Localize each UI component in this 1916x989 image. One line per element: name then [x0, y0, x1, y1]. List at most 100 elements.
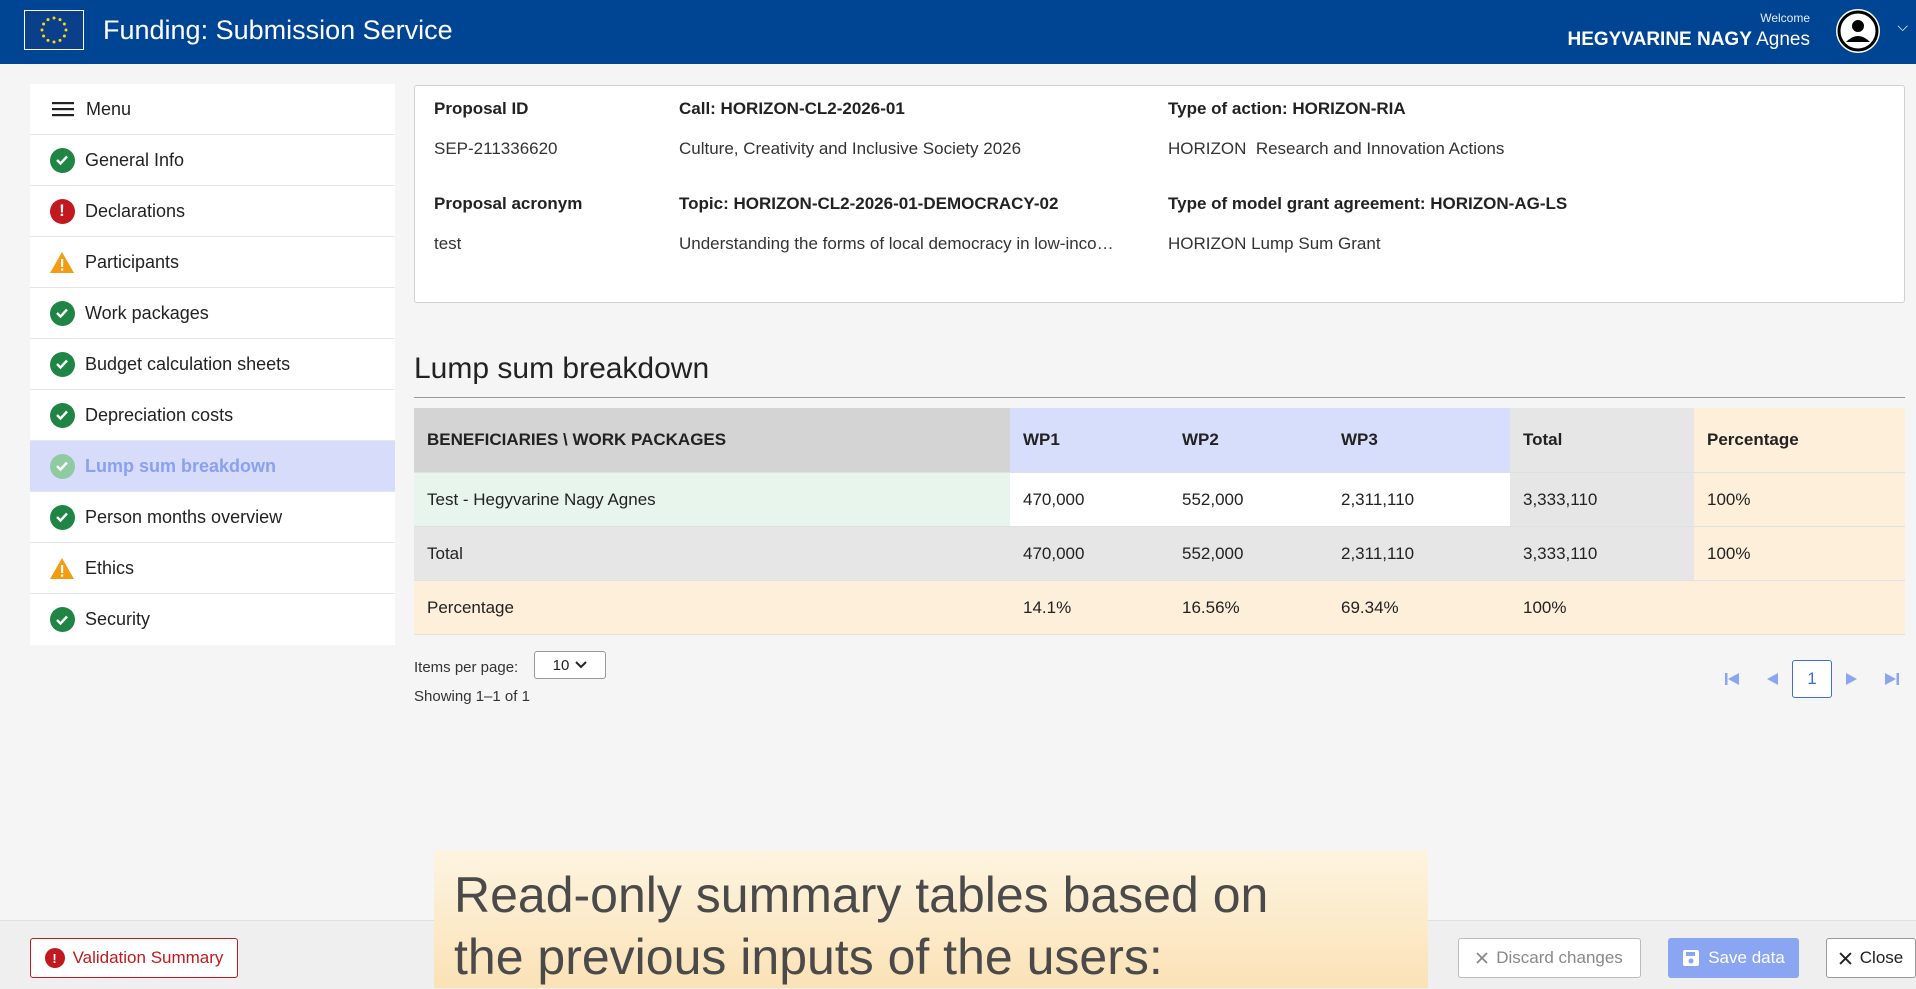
- lump-sum-table: BENEFICIARIES \ WORK PACKAGES WP1 WP2 WP…: [414, 408, 1905, 635]
- sidebar-item-lump-sum-breakdown[interactable]: Lump sum breakdown: [30, 441, 395, 492]
- table-cell: 100%: [1694, 526, 1905, 581]
- close-button[interactable]: Close: [1826, 938, 1916, 978]
- model-grant-agreement-value: HORIZON Lump Sum Grant: [1168, 234, 1381, 253]
- column-header: WP1: [1010, 408, 1169, 473]
- sidebar-item-declarations[interactable]: ! Declarations: [30, 186, 395, 237]
- user-name[interactable]: HEGYVARINE NAGY Agnes: [1567, 29, 1810, 51]
- table-row: Total 470,000 552,000 2,311,110 3,333,11…: [414, 526, 1905, 581]
- current-page-button[interactable]: 1: [1792, 660, 1832, 698]
- table-cell: 16.56%: [1169, 580, 1328, 635]
- user-first-name: Agnes: [1756, 29, 1810, 50]
- caption-line-2: the previous inputs of the users:: [454, 929, 1163, 985]
- close-icon: [1476, 952, 1488, 964]
- table-row: Percentage 14.1% 16.56% 69.34% 100%: [414, 580, 1905, 635]
- table-cell: 552,000: [1169, 472, 1328, 527]
- check-circle-icon: [49, 351, 75, 377]
- check-circle-icon: [49, 607, 75, 633]
- hamburger-icon: [50, 96, 76, 122]
- proposal-id-label: Proposal ID: [434, 99, 529, 118]
- type-of-action-label: Type of action: HORIZON-RIA: [1168, 99, 1406, 118]
- divider: [414, 397, 1905, 398]
- save-data-button[interactable]: Save data: [1668, 938, 1799, 978]
- sidebar-item-label: Security: [85, 609, 151, 629]
- app-title: Funding: Submission Service: [103, 15, 453, 45]
- type-of-action-value: HORIZON Research and Innovation Actions: [1168, 139, 1505, 158]
- check-circle-icon: [49, 300, 75, 326]
- table-cell: Percentage: [414, 580, 1010, 635]
- column-header: Percentage: [1694, 408, 1905, 473]
- discard-changes-button[interactable]: Discard changes: [1458, 938, 1641, 978]
- sidebar-item-label: Person months overview: [85, 506, 283, 527]
- topic-label: Topic: HORIZON-CL2-2026-01-DEMOCRACY-02: [679, 194, 1059, 213]
- sidebar-item-ethics[interactable]: Ethics: [30, 543, 395, 594]
- column-header: WP2: [1169, 408, 1328, 473]
- table-cell: 552,000: [1169, 526, 1328, 581]
- proposal-info-card: Proposal ID SEP-211336620 Call: HORIZON-…: [414, 85, 1905, 303]
- table-cell: 100%: [1694, 472, 1905, 527]
- table-cell: 2,311,110: [1328, 526, 1510, 581]
- table-row: Test - Hegyvarine Nagy Agnes 470,000 552…: [414, 472, 1905, 527]
- previous-page-icon[interactable]: [1752, 660, 1792, 698]
- items-per-page-select[interactable]: 10: [534, 651, 606, 679]
- table-cell: 3,333,110: [1510, 526, 1694, 581]
- sidebar-item-label: General Info: [85, 149, 185, 170]
- user-last-name: HEGYVARINE NAGY: [1567, 29, 1752, 50]
- avatar[interactable]: [1836, 9, 1880, 53]
- column-header: BENEFICIARIES \ WORK PACKAGES: [414, 408, 1010, 473]
- user-icon: [1837, 10, 1879, 52]
- close-label: Close: [1859, 948, 1904, 967]
- error-icon: !: [49, 198, 75, 224]
- sidebar-item-label: Depreciation costs: [85, 404, 234, 425]
- showing-range: Showing 1–1 of 1: [414, 688, 530, 705]
- first-page-icon[interactable]: [1712, 660, 1752, 698]
- sidebar-item-label: Participants: [85, 251, 180, 272]
- save-icon: [1683, 950, 1700, 966]
- proposal-acronym-label: Proposal acronym: [434, 194, 583, 213]
- chevron-down-icon[interactable]: ⌵: [1897, 18, 1908, 35]
- error-icon: !: [44, 948, 65, 968]
- items-per-page-value: 10: [552, 656, 570, 674]
- check-circle-icon: [49, 402, 75, 428]
- call-label: Call: HORIZON-CL2-2026-01: [679, 99, 905, 118]
- call-value: Culture, Creativity and Inclusive Societ…: [679, 139, 1022, 158]
- pagination: 1: [1712, 660, 1912, 698]
- sidebar-item-label: Budget calculation sheets: [85, 353, 291, 374]
- table-cell: 14.1%: [1010, 580, 1169, 635]
- menu-label: Menu: [86, 98, 132, 119]
- caption-line-1: Read-only summary tables based on: [454, 867, 1269, 923]
- sidebar-item-participants[interactable]: Participants: [30, 237, 395, 288]
- column-header: Total: [1510, 408, 1694, 473]
- sidebar-item-work-packages[interactable]: Work packages: [30, 288, 395, 339]
- eu-flag-logo: [24, 10, 84, 50]
- table-cell: 100%: [1510, 580, 1694, 635]
- warning-icon: [49, 249, 75, 275]
- table-cell: Total: [414, 526, 1010, 581]
- validation-summary-button[interactable]: ! Validation Summary: [30, 938, 238, 978]
- sidebar-item-label: Ethics: [85, 557, 135, 578]
- sidebar-item-security[interactable]: Security: [30, 594, 395, 645]
- sidebar-item-budget-calculation-sheets[interactable]: Budget calculation sheets: [30, 339, 395, 390]
- model-grant-agreement-label: Type of model grant agreement: HORIZON-A…: [1168, 194, 1568, 213]
- chevron-down-icon: [575, 661, 588, 669]
- sidebar-item-label: Declarations: [85, 200, 186, 221]
- table-cell: Test - Hegyvarine Nagy Agnes: [414, 472, 1010, 527]
- items-per-page-label: Items per page:: [414, 659, 519, 676]
- sidebar-item-depreciation-costs[interactable]: Depreciation costs: [30, 390, 395, 441]
- validation-summary-label: Validation Summary: [72, 948, 224, 967]
- save-data-label: Save data: [1708, 948, 1785, 967]
- sidebar-item-person-months-overview[interactable]: Person months overview: [30, 492, 395, 543]
- top-bar: Funding: Submission Service Welcome HEGY…: [0, 0, 1916, 64]
- table-cell: 2,311,110: [1328, 472, 1510, 527]
- next-page-icon[interactable]: [1832, 660, 1872, 698]
- last-page-icon[interactable]: [1872, 660, 1912, 698]
- welcome-label: Welcome: [1760, 11, 1810, 25]
- menu-toggle[interactable]: Menu: [30, 84, 395, 135]
- table-cell: 470,000: [1010, 526, 1169, 581]
- table-header-row: BENEFICIARIES \ WORK PACKAGES WP1 WP2 WP…: [414, 408, 1905, 473]
- table-cell: 69.34%: [1328, 580, 1510, 635]
- check-circle-icon: [49, 453, 75, 479]
- check-circle-icon: [49, 504, 75, 530]
- sidebar-item-general-info[interactable]: General Info: [30, 135, 395, 186]
- proposal-id-value: SEP-211336620: [434, 139, 558, 158]
- caption-overlay: Read-only summary tables based on the pr…: [434, 850, 1428, 988]
